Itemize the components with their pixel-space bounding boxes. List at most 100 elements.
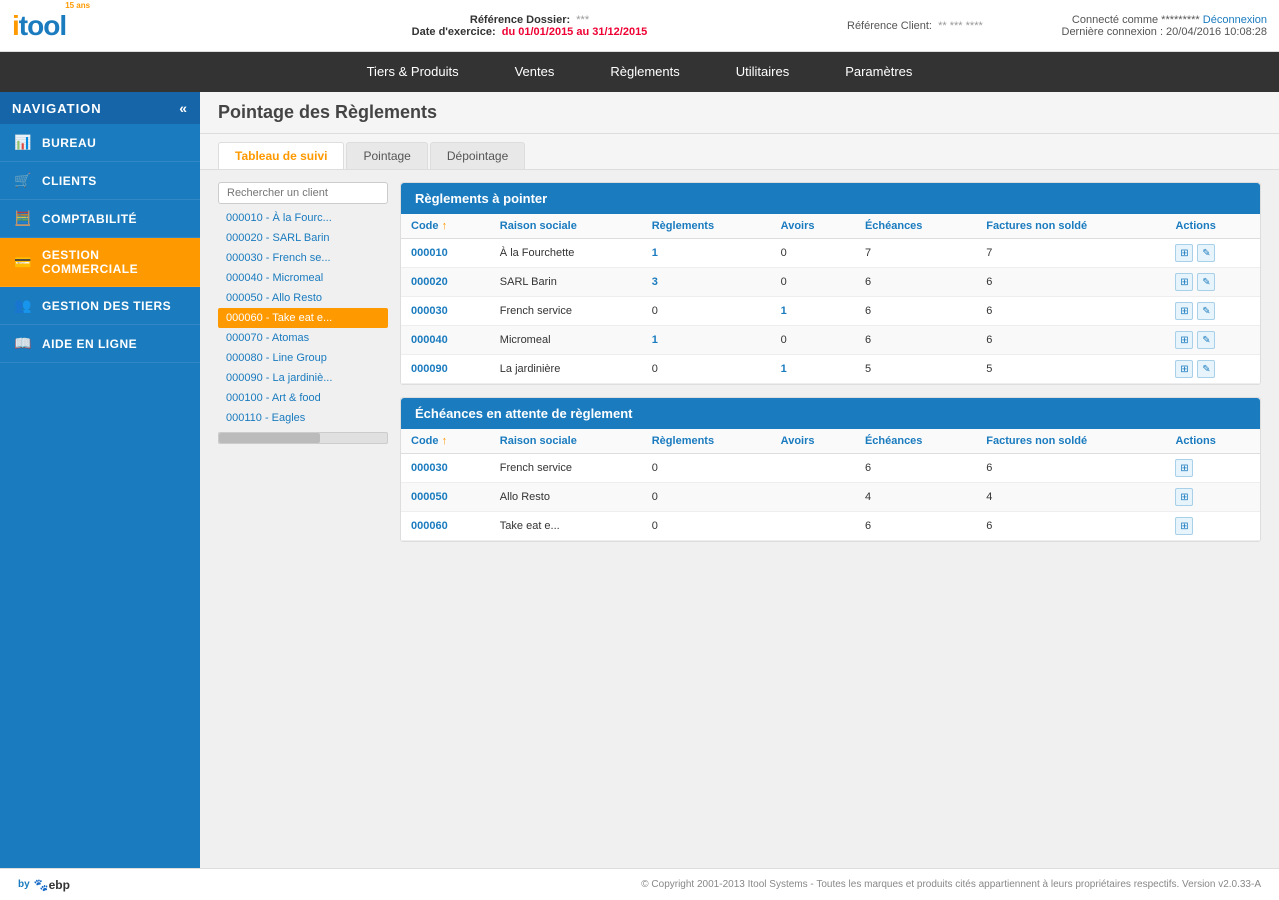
cell-echeances: 5 <box>855 355 976 384</box>
calc-icon[interactable]: ⊞ <box>1175 244 1193 262</box>
nav-parametres[interactable]: Paramètres <box>817 52 940 92</box>
cell-echeances: 6 <box>855 326 976 355</box>
cell-raison: Take eat e... <box>490 512 642 541</box>
cell-raison: French service <box>490 454 642 483</box>
calc-icon[interactable]: ⊞ <box>1175 488 1193 506</box>
cell-reglements: 3 <box>642 268 771 297</box>
sidebar-item-label: AIDE EN LIGNE <box>42 337 137 351</box>
client-item[interactable]: 000070 - Atomas <box>218 328 388 348</box>
ref-client-block: Référence Client: ** *** **** <box>847 20 1027 32</box>
top-nav: Tiers & Produits Ventes Règlements Utili… <box>0 52 1279 92</box>
edit-icon[interactable]: ✎ <box>1197 331 1215 349</box>
cell-code: 000060 <box>401 512 490 541</box>
nav-reglements[interactable]: Règlements <box>582 52 707 92</box>
cell-code: 000030 <box>401 454 490 483</box>
col-raison: Raison sociale <box>490 429 642 454</box>
sidebar-item-comptabilite[interactable]: 🧮 COMPTABILITÉ <box>0 200 200 238</box>
table-row: 000060 Take eat e... 0 6 6 ⊞ <box>401 512 1260 541</box>
session-user: Connecté comme ********* <box>1072 14 1203 26</box>
table-row: 000090 La jardinière 0 1 5 5 ⊞ ✎ <box>401 355 1260 384</box>
content-area: 000010 - À la Fourc... 000020 - SARL Bar… <box>200 170 1279 868</box>
sidebar-item-bureau[interactable]: 📊 BUREAU <box>0 124 200 162</box>
client-item[interactable]: 000050 - Allo Resto <box>218 288 388 308</box>
cell-factures: 6 <box>976 512 1165 541</box>
client-item[interactable]: 000010 - À la Fourc... <box>218 208 388 228</box>
cell-raison: Allo Resto <box>490 483 642 512</box>
col-code: Code ↑ <box>401 429 490 454</box>
sidebar-item-label: BUREAU <box>42 136 96 150</box>
client-item[interactable]: 000090 - La jardiniè... <box>218 368 388 388</box>
cell-actions: ⊞ ✎ <box>1165 297 1260 326</box>
tab-tableau-suivi[interactable]: Tableau de suivi <box>218 142 344 169</box>
cell-reglements: 0 <box>642 454 771 483</box>
footer-logo: by 🐾ebp <box>18 878 70 892</box>
col-code: Code ↑ <box>401 214 490 239</box>
col-factures: Factures non soldé <box>976 214 1165 239</box>
scrollbar-thumb <box>219 433 320 443</box>
gestion-icon: 💳 <box>14 254 32 271</box>
aide-icon: 📖 <box>14 335 32 352</box>
sidebar-item-gestion-commerciale[interactable]: 💳 GESTION COMMERCIALE <box>0 238 200 287</box>
calc-icon[interactable]: ⊞ <box>1175 360 1193 378</box>
deconnexion-link[interactable]: Déconnexion <box>1203 14 1267 26</box>
edit-icon[interactable]: ✎ <box>1197 302 1215 320</box>
client-item[interactable]: 000030 - French se... <box>218 248 388 268</box>
bureau-icon: 📊 <box>14 134 32 151</box>
cell-factures: 6 <box>976 454 1165 483</box>
calc-icon[interactable]: ⊞ <box>1175 459 1193 477</box>
page-title: Pointage des Règlements <box>218 102 1261 123</box>
edit-icon[interactable]: ✎ <box>1197 244 1215 262</box>
cell-avoirs: 0 <box>771 268 855 297</box>
col-actions: Actions <box>1165 429 1260 454</box>
cell-echeances: 6 <box>855 297 976 326</box>
edit-icon[interactable]: ✎ <box>1197 273 1215 291</box>
edit-icon[interactable]: ✎ <box>1197 360 1215 378</box>
sidebar-item-label: GESTION COMMERCIALE <box>42 248 186 276</box>
client-search-input[interactable] <box>218 182 388 204</box>
client-item[interactable]: 000110 - Eagles <box>218 408 388 428</box>
sidebar-item-clients[interactable]: 🛒 CLIENTS <box>0 162 200 200</box>
tab-pointage[interactable]: Pointage <box>346 142 427 169</box>
cell-avoirs: 0 <box>771 326 855 355</box>
footer-copyright: © Copyright 2001-2013 Itool Systems - To… <box>641 879 1261 890</box>
cell-avoirs: 0 <box>771 239 855 268</box>
cell-avoirs <box>771 512 855 541</box>
client-list-scrollbar[interactable] <box>218 432 388 444</box>
client-item[interactable]: 000080 - Line Group <box>218 348 388 368</box>
cell-echeances: 6 <box>855 268 976 297</box>
client-item[interactable]: 000040 - Micromeal <box>218 268 388 288</box>
section2-table: Code ↑ Raison sociale Règlements Avoirs … <box>401 429 1260 541</box>
cell-code: 000010 <box>401 239 490 268</box>
col-reglements: Règlements <box>642 429 771 454</box>
nav-utilitaires[interactable]: Utilitaires <box>708 52 817 92</box>
cell-reglements: 0 <box>642 483 771 512</box>
calc-icon[interactable]: ⊞ <box>1175 273 1193 291</box>
client-item[interactable]: 000020 - SARL Barin <box>218 228 388 248</box>
table-row: 000050 Allo Resto 0 4 4 ⊞ <box>401 483 1260 512</box>
cell-reglements: 0 <box>642 512 771 541</box>
client-item-selected[interactable]: 000060 - Take eat e... <box>218 308 388 328</box>
ref-dossier-label: Référence Dossier: <box>470 14 570 26</box>
nav-ventes[interactable]: Ventes <box>487 52 583 92</box>
calc-icon[interactable]: ⊞ <box>1175 302 1193 320</box>
table-row: 000020 SARL Barin 3 0 6 6 ⊞ ✎ <box>401 268 1260 297</box>
sidebar-collapse-button[interactable]: « <box>179 100 188 116</box>
comptabilite-icon: 🧮 <box>14 210 32 227</box>
cell-reglements: 1 <box>642 239 771 268</box>
cell-echeances: 7 <box>855 239 976 268</box>
nav-tiers-produits[interactable]: Tiers & Produits <box>339 52 487 92</box>
sidebar-title: NAVIGATION <box>12 101 102 116</box>
logo-badge: 15 ans <box>65 2 90 10</box>
cell-actions: ⊞ <box>1165 454 1260 483</box>
calc-icon[interactable]: ⊞ <box>1175 517 1193 535</box>
col-echeances: Échéances <box>855 214 976 239</box>
cell-code: 000030 <box>401 297 490 326</box>
calc-icon[interactable]: ⊞ <box>1175 331 1193 349</box>
client-item[interactable]: 000100 - Art & food <box>218 388 388 408</box>
sidebar-item-aide[interactable]: 📖 AIDE EN LIGNE <box>0 325 200 363</box>
tab-depointage[interactable]: Dépointage <box>430 142 525 169</box>
sidebar-item-gestion-tiers[interactable]: 👥 GESTION DES TIERS <box>0 287 200 325</box>
reglements-pointer-section: Règlements à pointer Code ↑ Raison socia… <box>400 182 1261 385</box>
table-row: 000030 French service 0 6 6 ⊞ <box>401 454 1260 483</box>
header-session: Connecté comme ********* Déconnexion Der… <box>1027 14 1267 38</box>
